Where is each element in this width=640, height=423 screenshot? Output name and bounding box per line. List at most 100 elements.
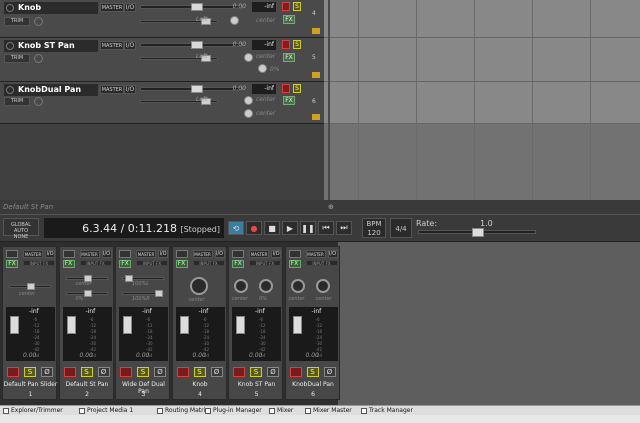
pan-mode[interactable]: Left [196, 53, 208, 60]
phase-icon[interactable]: Ø [323, 367, 336, 377]
track-lane[interactable] [324, 0, 640, 38]
play-button[interactable]: ▶ [282, 221, 298, 235]
mixer-strip[interactable]: MASTER I/O FX INPUT FX center center -inf -6 -12… [284, 246, 341, 400]
track-lane[interactable] [324, 38, 640, 82]
input-fx-button[interactable]: INPUT FX [249, 260, 281, 266]
solo-button[interactable]: S [293, 2, 301, 11]
close-icon[interactable] [79, 408, 85, 414]
input-fx-button[interactable]: INPUT FX [305, 260, 338, 266]
record-arm-icon[interactable] [62, 250, 75, 258]
record-arm-icon[interactable] [6, 250, 18, 258]
master-send-button[interactable]: MASTER [100, 85, 124, 94]
trim-button[interactable]: TRIM [4, 17, 30, 26]
track-name[interactable]: KnobDual Pan [4, 84, 98, 96]
phase-icon[interactable]: Ø [267, 367, 279, 377]
master-send-button[interactable]: MASTER [136, 250, 156, 258]
fx-button[interactable]: FX [119, 260, 131, 268]
docker-tab[interactable]: Mixer Master [304, 407, 352, 415]
close-icon[interactable] [205, 408, 211, 414]
record-arm-icon[interactable] [175, 250, 188, 258]
volume-slider[interactable] [140, 41, 242, 49]
record-arm-icon[interactable] [6, 42, 14, 50]
pan-slider[interactable] [122, 275, 164, 282]
docker-tab[interactable]: Mixer [268, 407, 293, 415]
close-icon[interactable] [157, 408, 163, 414]
volume-fader[interactable] [66, 316, 76, 334]
input-fx-button[interactable]: INPUT FX [136, 260, 168, 266]
record-button[interactable] [120, 367, 132, 377]
fx-button[interactable]: FX [288, 260, 301, 268]
empty-track-area[interactable] [0, 124, 324, 200]
phase-icon[interactable]: Ø [41, 367, 53, 377]
fx-button[interactable]: FX [283, 53, 295, 62]
phase-icon[interactable] [34, 54, 43, 63]
track-row[interactable]: Knob ST Pan MASTER I/O 0.00 -inf S 5 TRI… [0, 38, 324, 82]
mixer-strip[interactable]: MASTER I/O FX INPUT FX center 0% -inf -6 -12 -18-… [58, 246, 114, 400]
pan-knob[interactable] [244, 53, 253, 62]
solo-button[interactable]: S [193, 367, 206, 377]
solo-button[interactable]: S [250, 367, 262, 377]
fx-button[interactable]: FX [232, 260, 244, 268]
record-button[interactable] [233, 367, 245, 377]
master-send-button[interactable]: MASTER [100, 3, 124, 12]
phase-icon[interactable]: Ø [210, 367, 223, 377]
bpm-display[interactable]: BPM 120 [362, 218, 386, 238]
pan-slider[interactable] [65, 275, 108, 282]
volume-fader[interactable] [123, 316, 132, 334]
io-button[interactable]: I/O [124, 85, 136, 94]
rate-slider-handle[interactable] [472, 228, 484, 237]
strip-name[interactable]: Knob [173, 381, 228, 388]
global-auto-button[interactable]: GLOBAL AUTO NONE [3, 218, 39, 240]
width-slider[interactable] [122, 290, 164, 297]
volume-fader[interactable] [292, 316, 302, 334]
docker-tab[interactable]: Routing Matrix [156, 407, 209, 415]
volume-slider[interactable] [140, 3, 242, 11]
phase-icon[interactable]: Ø [97, 367, 110, 377]
record-button[interactable]: ● [246, 221, 262, 235]
solo-button[interactable]: S [293, 40, 301, 49]
solo-button[interactable]: S [137, 367, 149, 377]
record-button[interactable] [282, 84, 290, 93]
input-fx-button[interactable]: INPUT FX [192, 260, 225, 266]
io-button[interactable]: I/O [158, 250, 168, 258]
width-knob[interactable] [258, 64, 267, 73]
horizontal-scrollbar[interactable]: ⊕ [324, 200, 640, 214]
mixer-strip[interactable]: MASTER I/O FX INPUT FX center 0% -inf -6 -12 -18-… [228, 246, 283, 400]
record-arm-icon[interactable] [288, 250, 301, 258]
pan-mode[interactable]: Left [196, 96, 208, 103]
solo-button[interactable]: S [80, 367, 93, 377]
fx-button[interactable]: FX [283, 96, 295, 105]
record-button[interactable] [289, 367, 302, 377]
go-to-end-button[interactable]: ⏭ [336, 221, 352, 235]
docker-tab[interactable]: Project Media 1 [78, 407, 133, 415]
rate-slider[interactable] [418, 228, 536, 237]
master-send-button[interactable]: MASTER [192, 250, 213, 258]
solo-button[interactable]: S [24, 367, 36, 377]
record-button[interactable] [7, 367, 19, 377]
record-button[interactable] [282, 2, 290, 11]
input-fx-button[interactable]: INPUT FX [23, 260, 55, 266]
zoom-icon[interactable]: ⊕ [328, 203, 334, 211]
io-button[interactable]: I/O [271, 250, 281, 258]
strip-name[interactable]: KnobDual Pan [286, 381, 341, 388]
close-icon[interactable] [269, 408, 275, 414]
track-name[interactable]: Knob ST Pan [4, 40, 98, 52]
volume-slider[interactable] [140, 85, 242, 93]
mixer-strip[interactable]: MASTER I/O FX INPUT FX center -inf -6 -12 -18 -24… [2, 246, 57, 400]
strip-name[interactable]: Knob ST Pan [229, 381, 284, 388]
input-fx-button[interactable]: INPUT FX [79, 260, 112, 266]
track-lane[interactable] [324, 82, 640, 124]
fx-button[interactable]: FX [62, 260, 75, 268]
folder-icon[interactable] [312, 28, 320, 34]
io-button[interactable]: I/O [327, 250, 338, 258]
master-send-button[interactable]: MASTER [249, 250, 269, 258]
volume-fader[interactable] [236, 316, 245, 334]
trim-button[interactable]: TRIM [4, 54, 30, 63]
fx-button[interactable]: FX [175, 260, 188, 268]
folder-icon[interactable] [312, 72, 320, 78]
track-name[interactable]: Knob [4, 2, 98, 14]
docker-tab[interactable]: Track Manager [360, 407, 413, 415]
docker-tab[interactable]: Explorer/Trimmer [2, 407, 63, 415]
close-icon[interactable] [305, 408, 311, 414]
time-display[interactable]: 6.3.44 / 0:11.218 [Stopped] [44, 218, 224, 238]
